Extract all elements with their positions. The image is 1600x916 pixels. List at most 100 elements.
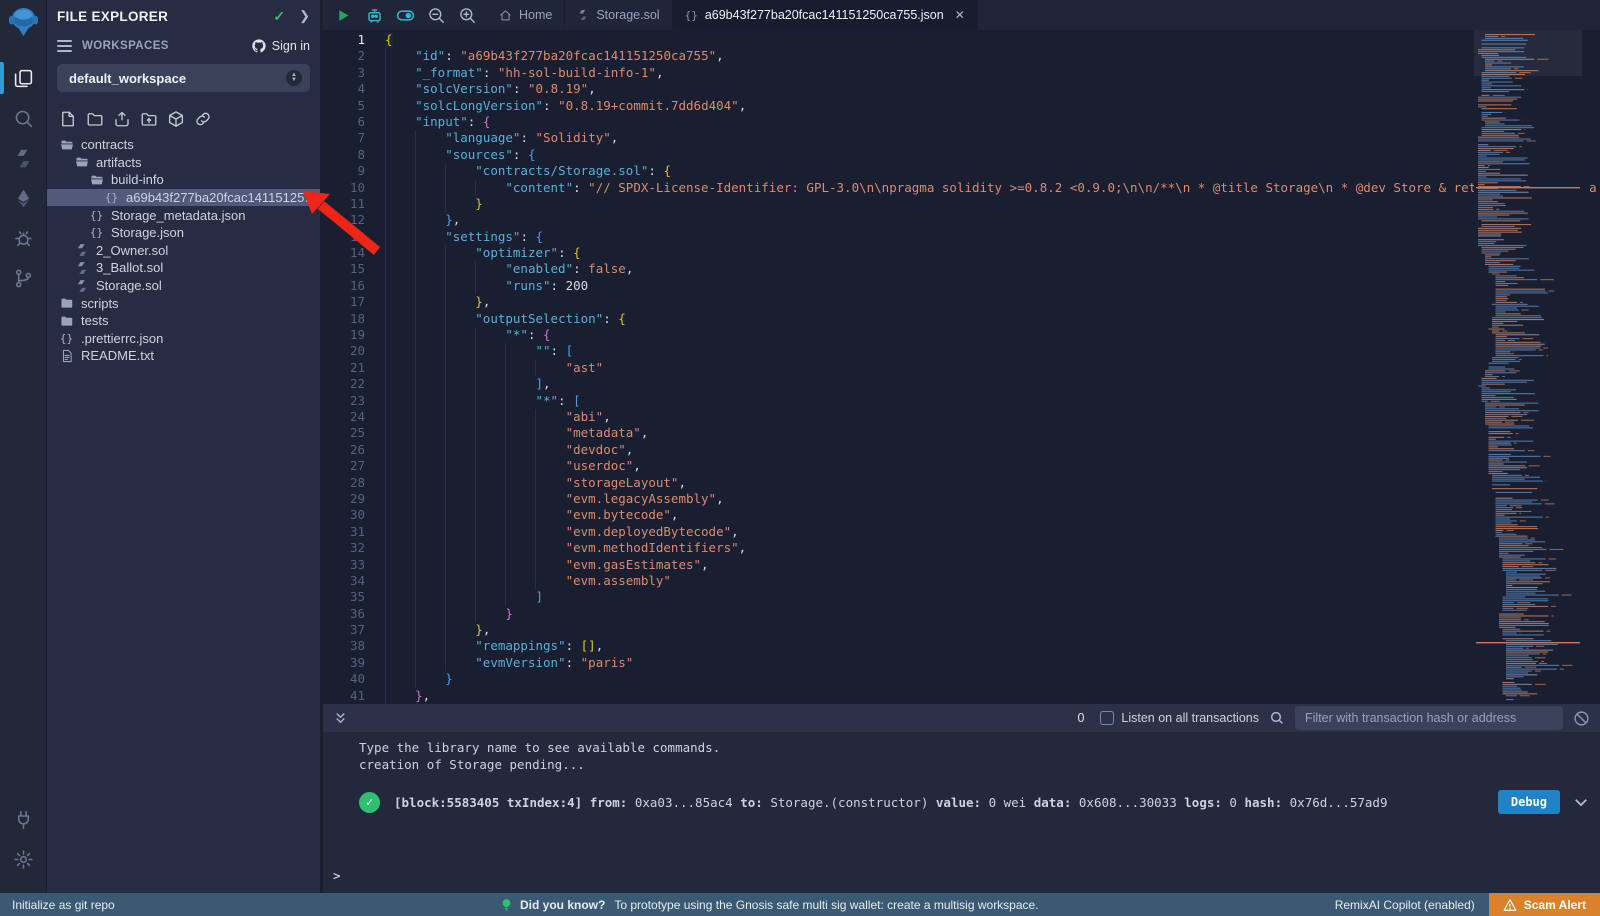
code-editor[interactable]: 1{2"id": "a69b43f277ba20fcac141151250ca7…: [323, 30, 1600, 704]
tree-item-storage-metadata-json[interactable]: {}Storage_metadata.json: [47, 206, 320, 224]
code-line-31[interactable]: 31"evm.deployedBytecode",: [323, 524, 1600, 540]
tree-item-storage-sol[interactable]: Storage.sol: [47, 277, 320, 295]
code-line-16[interactable]: 16"runs": 200: [323, 278, 1600, 294]
terminal-search-icon[interactable]: [1269, 710, 1285, 726]
copilot-status[interactable]: RemixAI Copilot (enabled): [1335, 898, 1475, 912]
code-line-5[interactable]: 5"solcLongVersion": "0.8.19+commit.7dd6d…: [323, 98, 1600, 114]
code-line-8[interactable]: 8"sources": {: [323, 147, 1600, 163]
close-tab-icon[interactable]: ✕: [955, 8, 965, 22]
code-line-33[interactable]: 33"evm.gasEstimates",: [323, 557, 1600, 573]
code-line-22[interactable]: 22],: [323, 376, 1600, 392]
terminal-collapse-icon[interactable]: [333, 711, 348, 726]
workspaces-menu-icon[interactable]: [57, 40, 72, 52]
transaction-log-row[interactable]: ✓ [block:5583405 txIndex:4] from: 0xa03.…: [359, 790, 1590, 814]
code-line-9[interactable]: 9"contracts/Storage.sol": {: [323, 163, 1600, 179]
code-line-1[interactable]: 1{: [323, 32, 1600, 48]
robot-button[interactable]: [362, 3, 386, 27]
new-file-icon[interactable]: [59, 110, 77, 128]
code-line-19[interactable]: 19"*": {: [323, 327, 1600, 343]
terminal[interactable]: Type the library name to see available c…: [323, 732, 1600, 893]
debug-button[interactable]: Debug: [1498, 790, 1560, 814]
code-line-20[interactable]: 20"": [: [323, 343, 1600, 359]
zoom-out-button[interactable]: [424, 3, 448, 27]
code-line-7[interactable]: 7"language": "Solidity",: [323, 130, 1600, 146]
code-line-30[interactable]: 30"evm.bytecode",: [323, 507, 1600, 523]
activity-bar: [0, 0, 47, 893]
code-line-36[interactable]: 36}: [323, 606, 1600, 622]
tree-item-contracts[interactable]: contracts: [47, 136, 320, 154]
terminal-prompt[interactable]: >: [333, 868, 341, 883]
upload-folder-icon[interactable]: [140, 110, 158, 128]
minimap[interactable]: [1474, 30, 1582, 704]
code-line-15[interactable]: 15"enabled": false,: [323, 261, 1600, 277]
workspace-select[interactable]: default_workspace ▲▼: [57, 64, 310, 92]
listen-checkbox[interactable]: [1100, 711, 1114, 725]
tree-item-2-owner-sol[interactable]: 2_Owner.sol: [47, 242, 320, 260]
code-line-24[interactable]: 24"abi",: [323, 409, 1600, 425]
activity-search[interactable]: [0, 98, 47, 138]
tree-item--prettierrc-json[interactable]: {}.prettierrc.json: [47, 330, 320, 348]
tree-item-3-ballot-sol[interactable]: 3_Ballot.sol: [47, 259, 320, 277]
github-sign-in-button[interactable]: Sign in: [251, 38, 310, 54]
code-line-34[interactable]: 34"evm.assembly": [323, 573, 1600, 589]
tab-storage-sol[interactable]: Storage.sol: [565, 0, 672, 30]
link-icon[interactable]: [194, 110, 212, 128]
new-folder-icon[interactable]: [86, 110, 104, 128]
tab-a69b43f277ba20fcac141151250ca755-json[interactable]: {}a69b43f277ba20fcac141151250ca755.json✕: [673, 0, 978, 30]
code-line-35[interactable]: 35]: [323, 589, 1600, 605]
code-line-6[interactable]: 6"input": {: [323, 114, 1600, 130]
code-line-40[interactable]: 40}: [323, 671, 1600, 687]
code-line-2[interactable]: 2"id": "a69b43f277ba20fcac141151250ca755…: [323, 48, 1600, 64]
code-line-4[interactable]: 4"solcVersion": "0.8.19",: [323, 81, 1600, 97]
code-line-11[interactable]: 11}: [323, 196, 1600, 212]
activity-solidity-compiler[interactable]: [0, 138, 47, 178]
zoom-in-button[interactable]: [455, 3, 479, 27]
code-line-21[interactable]: 21"ast": [323, 360, 1600, 376]
code-line-26[interactable]: 26"devdoc",: [323, 442, 1600, 458]
tx-expand-icon[interactable]: [1572, 793, 1590, 811]
upload-file-icon[interactable]: [113, 110, 131, 128]
git-init-button[interactable]: Initialize as git repo: [0, 898, 115, 912]
code-line-29[interactable]: 29"evm.legacyAssembly",: [323, 491, 1600, 507]
code-line-38[interactable]: 38"remappings": [],: [323, 638, 1600, 654]
activity-debugger[interactable]: [0, 218, 47, 258]
tx-filter-input[interactable]: [1295, 706, 1563, 730]
code-line-25[interactable]: 25"metadata",: [323, 425, 1600, 441]
activity-git[interactable]: [0, 258, 47, 298]
toggle-button[interactable]: [393, 3, 417, 27]
code-line-12[interactable]: 12},: [323, 212, 1600, 228]
activity-file-explorer[interactable]: [0, 58, 47, 98]
code-line-17[interactable]: 17},: [323, 294, 1600, 310]
tab-home[interactable]: Home: [487, 0, 565, 30]
activity-settings[interactable]: [0, 839, 47, 879]
tree-item-storage-json[interactable]: {}Storage.json: [47, 224, 320, 242]
scam-alert-button[interactable]: Scam Alert: [1489, 893, 1600, 916]
tree-item-readme-txt[interactable]: README.txt: [47, 347, 320, 365]
workspace-spinner-icon[interactable]: ▲▼: [286, 70, 302, 86]
minimap-slider[interactable]: [1474, 30, 1582, 76]
code-line-32[interactable]: 32"evm.methodIdentifiers",: [323, 540, 1600, 556]
tree-item-artifacts[interactable]: artifacts: [47, 154, 320, 172]
clear-console-icon[interactable]: [1573, 710, 1590, 727]
code-line-27[interactable]: 27"userdoc",: [323, 458, 1600, 474]
activity-deploy-and-run[interactable]: [0, 178, 47, 218]
play-button[interactable]: [331, 3, 355, 27]
code-line-3[interactable]: 3"_format": "hh-sol-build-info-1",: [323, 65, 1600, 81]
tree-item-a69b43f277ba20fcac141151250ca7-[interactable]: {}a69b43f277ba20fcac141151250ca7...: [47, 189, 320, 207]
remix-logo-icon[interactable]: [8, 6, 39, 44]
tree-item-tests[interactable]: tests: [47, 312, 320, 330]
code-line-41[interactable]: 41},: [323, 688, 1600, 704]
tree-item-scripts[interactable]: scripts: [47, 294, 320, 312]
code-line-13[interactable]: 13"settings": {: [323, 229, 1600, 245]
activity-plugin-manager[interactable]: [0, 799, 47, 839]
code-line-37[interactable]: 37},: [323, 622, 1600, 638]
code-line-14[interactable]: 14"optimizer": {: [323, 245, 1600, 261]
code-line-39[interactable]: 39"evmVersion": "paris": [323, 655, 1600, 671]
cube-icon[interactable]: [167, 110, 185, 128]
code-line-10[interactable]: 10"content": "// SPDX-License-Identifier…: [323, 180, 1600, 196]
code-line-23[interactable]: 23"*": [: [323, 393, 1600, 409]
code-line-28[interactable]: 28"storageLayout",: [323, 475, 1600, 491]
tree-item-build-info[interactable]: build-info: [47, 171, 320, 189]
code-line-18[interactable]: 18"outputSelection": {: [323, 311, 1600, 327]
chevron-right-icon[interactable]: ❯: [299, 8, 310, 24]
